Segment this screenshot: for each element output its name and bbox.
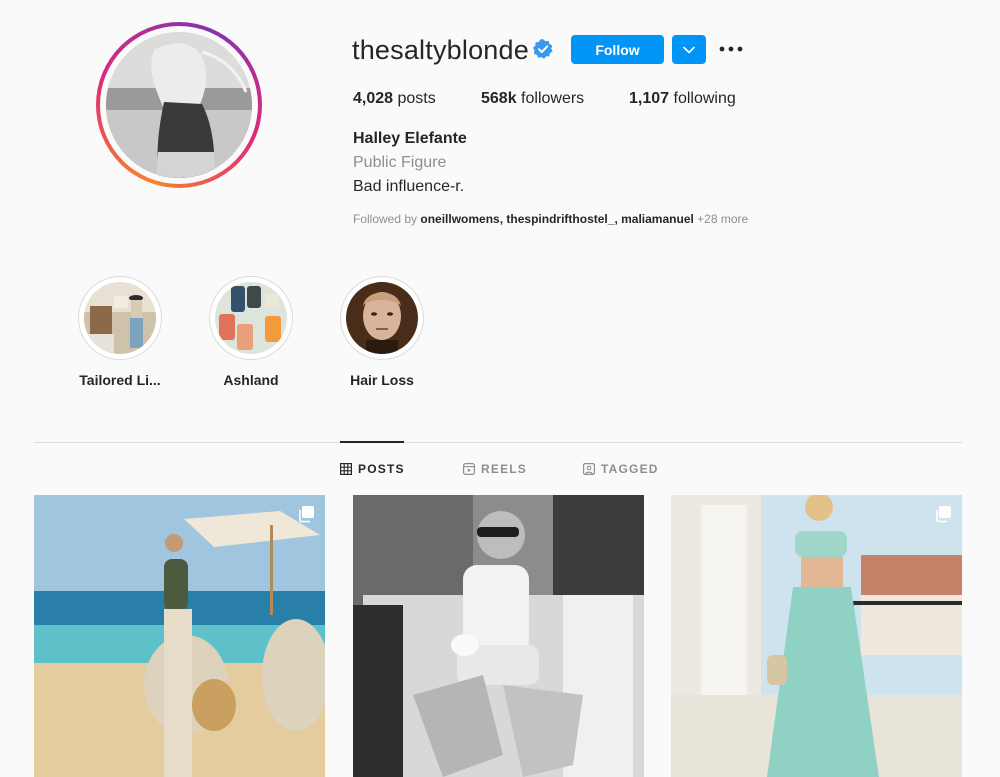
followers-link[interactable]: 568k followers (481, 89, 584, 109)
highlight-cover (346, 282, 418, 354)
tab-label: TAGGED (601, 462, 659, 476)
tab-tagged[interactable]: TAGGED (583, 462, 659, 476)
multiple-posts-icon (299, 506, 314, 523)
highlight-tailored[interactable]: Tailored Li... (78, 276, 162, 388)
highlight-ring (340, 276, 424, 360)
tabs-divider (34, 442, 962, 443)
avatar-photo (106, 32, 252, 178)
profile-username: thesaltyblonde (352, 35, 529, 65)
highlight-hair-loss[interactable]: Hair Loss (340, 276, 424, 388)
profile-category: Public Figure (353, 154, 447, 171)
tab-label: POSTS (358, 462, 405, 476)
stat-value: 1,107 (629, 90, 670, 107)
profile-bio: Bad influence-r. (353, 178, 465, 195)
reels-icon (463, 463, 475, 475)
more-options-button[interactable] (716, 36, 746, 62)
followed-by-account[interactable]: oneillwomens (420, 212, 499, 226)
tab-label: REELS (481, 462, 528, 476)
highlight-cover (84, 282, 156, 354)
post-thumbnail[interactable] (353, 495, 644, 777)
profile-full-name: Halley Elefante (353, 130, 467, 147)
highlight-label: Hair Loss (350, 372, 414, 388)
post-thumbnail[interactable] (671, 495, 962, 777)
profile-avatar[interactable] (96, 22, 262, 188)
post-image (671, 495, 962, 777)
active-tab-indicator (340, 441, 404, 443)
tab-reels[interactable]: REELS (463, 462, 527, 476)
highlight-ashland[interactable]: Ashland (209, 276, 293, 388)
followed-by-line[interactable]: Followed by oneillwomens, thespindriftho… (353, 212, 748, 226)
suggested-accounts-button[interactable] (672, 35, 706, 64)
follow-button[interactable]: Follow (571, 35, 664, 64)
tagged-icon (583, 463, 595, 475)
followed-by-prefix: Followed by (353, 212, 418, 226)
highlight-ring (209, 276, 293, 360)
avatar-image (106, 32, 252, 178)
more-dots-icon (719, 46, 743, 52)
post-image (353, 495, 644, 777)
posts-count: 4,028 posts (353, 89, 436, 109)
verified-badge-icon (533, 39, 553, 59)
post-image (34, 495, 325, 777)
stat-label: followers (521, 90, 585, 107)
chevron-down-icon (683, 46, 695, 54)
avatar-ring-gap (100, 26, 258, 184)
followed-by-account[interactable]: maliamanuel (621, 212, 694, 226)
tab-posts[interactable]: POSTS (340, 462, 405, 476)
stat-label: posts (397, 90, 436, 107)
highlight-ring (78, 276, 162, 360)
post-thumbnail[interactable] (34, 495, 325, 777)
multiple-posts-icon (936, 506, 951, 523)
highlight-cover (215, 282, 287, 354)
followed-by-account[interactable]: thespindrifthostel_ (506, 212, 614, 226)
following-link[interactable]: 1,107 following (629, 89, 736, 109)
stat-value: 568k (481, 90, 517, 107)
followed-by-more[interactable]: +28 more (697, 212, 748, 226)
stat-label: following (673, 90, 736, 107)
stat-value: 4,028 (353, 90, 394, 107)
grid-icon (340, 463, 352, 475)
